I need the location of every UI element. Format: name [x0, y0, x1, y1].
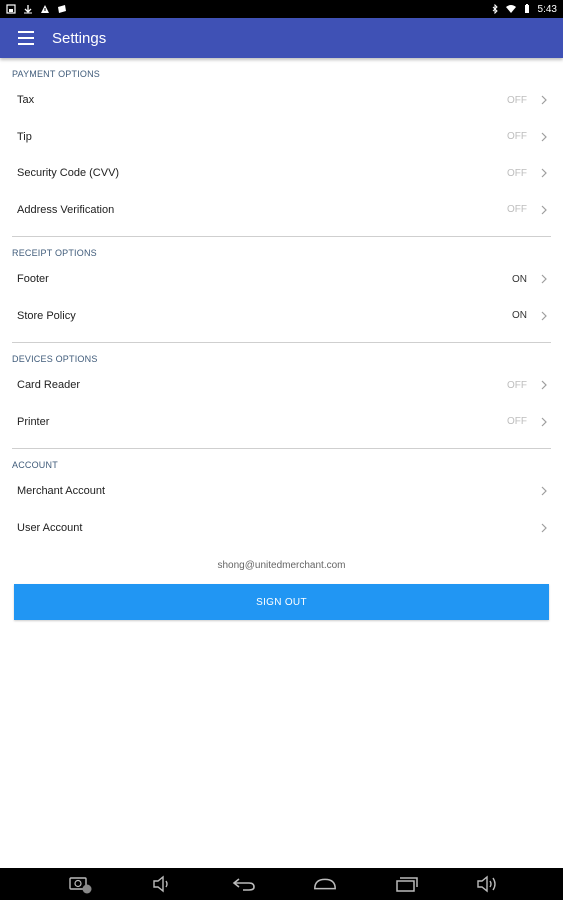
recents-icon[interactable]: [394, 873, 420, 895]
volume-down-icon[interactable]: [149, 873, 175, 895]
account-email: shong@unitedmerchant.com: [217, 560, 346, 571]
setting-value: ON: [512, 273, 527, 285]
setting-label: Footer: [17, 273, 49, 286]
screenshot-icon: [6, 4, 16, 14]
status-time: 5:43: [537, 3, 557, 15]
chevron-right-icon: [541, 417, 547, 427]
setting-label: Printer: [17, 415, 50, 428]
setting-tip[interactable]: Tip OFF: [0, 119, 563, 156]
setting-value: OFF: [507, 94, 527, 106]
setting-footer[interactable]: Footer ON: [0, 261, 563, 298]
chevron-right-icon: [541, 168, 547, 178]
setting-address-verification[interactable]: Address Verification OFF: [0, 192, 563, 229]
bluetooth-icon: [492, 4, 498, 14]
setting-label: Address Verification: [17, 203, 115, 216]
setting-label: User Account: [17, 521, 83, 534]
wifi-icon: [505, 5, 516, 13]
setting-value: ON: [512, 310, 527, 322]
setting-label: Store Policy: [17, 309, 76, 322]
back-icon[interactable]: [231, 873, 257, 895]
setting-card-reader[interactable]: Card Reader OFF: [0, 367, 563, 404]
setting-label: Security Code (CVV): [17, 167, 120, 180]
setting-label: Tax: [17, 94, 35, 107]
volume-up-icon[interactable]: [475, 873, 501, 895]
chevron-right-icon: [541, 274, 547, 284]
section-header-payment: PAYMENT OPTIONS: [12, 69, 101, 79]
setting-label: Card Reader: [17, 379, 80, 392]
chevron-right-icon: [541, 311, 547, 321]
setting-security-code[interactable]: Security Code (CVV) OFF: [0, 155, 563, 192]
page-title: Settings: [52, 29, 107, 47]
setting-merchant-account[interactable]: Merchant Account: [0, 473, 563, 510]
setting-value: OFF: [507, 379, 527, 391]
alert-icon: [41, 5, 49, 13]
setting-user-account[interactable]: User Account: [0, 510, 563, 547]
download-icon: [24, 5, 32, 14]
setting-value: OFF: [507, 204, 527, 216]
chevron-right-icon: [541, 205, 547, 215]
chevron-right-icon: [541, 132, 547, 142]
home-icon[interactable]: [312, 873, 338, 895]
settings-list: PAYMENT OPTIONS Tax OFF Tip OFF Security…: [0, 58, 563, 620]
chevron-right-icon: [541, 95, 547, 105]
battery-icon: [524, 4, 529, 13]
hamburger-menu-icon[interactable]: [18, 31, 34, 45]
status-bar-system: 5:43: [490, 4, 557, 15]
setting-label: Tip: [17, 130, 32, 143]
section-header-account: ACCOUNT: [12, 460, 58, 470]
chevron-right-icon: [541, 486, 547, 496]
chevron-right-icon: [541, 523, 547, 533]
status-bar: 5:43: [0, 0, 563, 18]
status-bar-notifications: [6, 4, 67, 14]
sign-out-button[interactable]: SIGN OUT: [14, 584, 549, 620]
setting-value: OFF: [507, 416, 527, 428]
setting-value: OFF: [507, 167, 527, 179]
chevron-right-icon: [541, 380, 547, 390]
setting-value: OFF: [507, 131, 527, 143]
screenshot-icon[interactable]: [68, 873, 94, 895]
section-header-receipt: RECEIPT OPTIONS: [12, 248, 97, 258]
section-header-devices: DEVICES OPTIONS: [12, 354, 98, 364]
setting-store-policy[interactable]: Store Policy ON: [0, 298, 563, 335]
app-bar: Settings: [0, 18, 563, 58]
setting-printer[interactable]: Printer OFF: [0, 404, 563, 441]
setting-label: Merchant Account: [17, 485, 106, 498]
system-nav-bar: [0, 868, 563, 900]
setting-tax[interactable]: Tax OFF: [0, 82, 563, 119]
photo-icon: [58, 5, 66, 13]
